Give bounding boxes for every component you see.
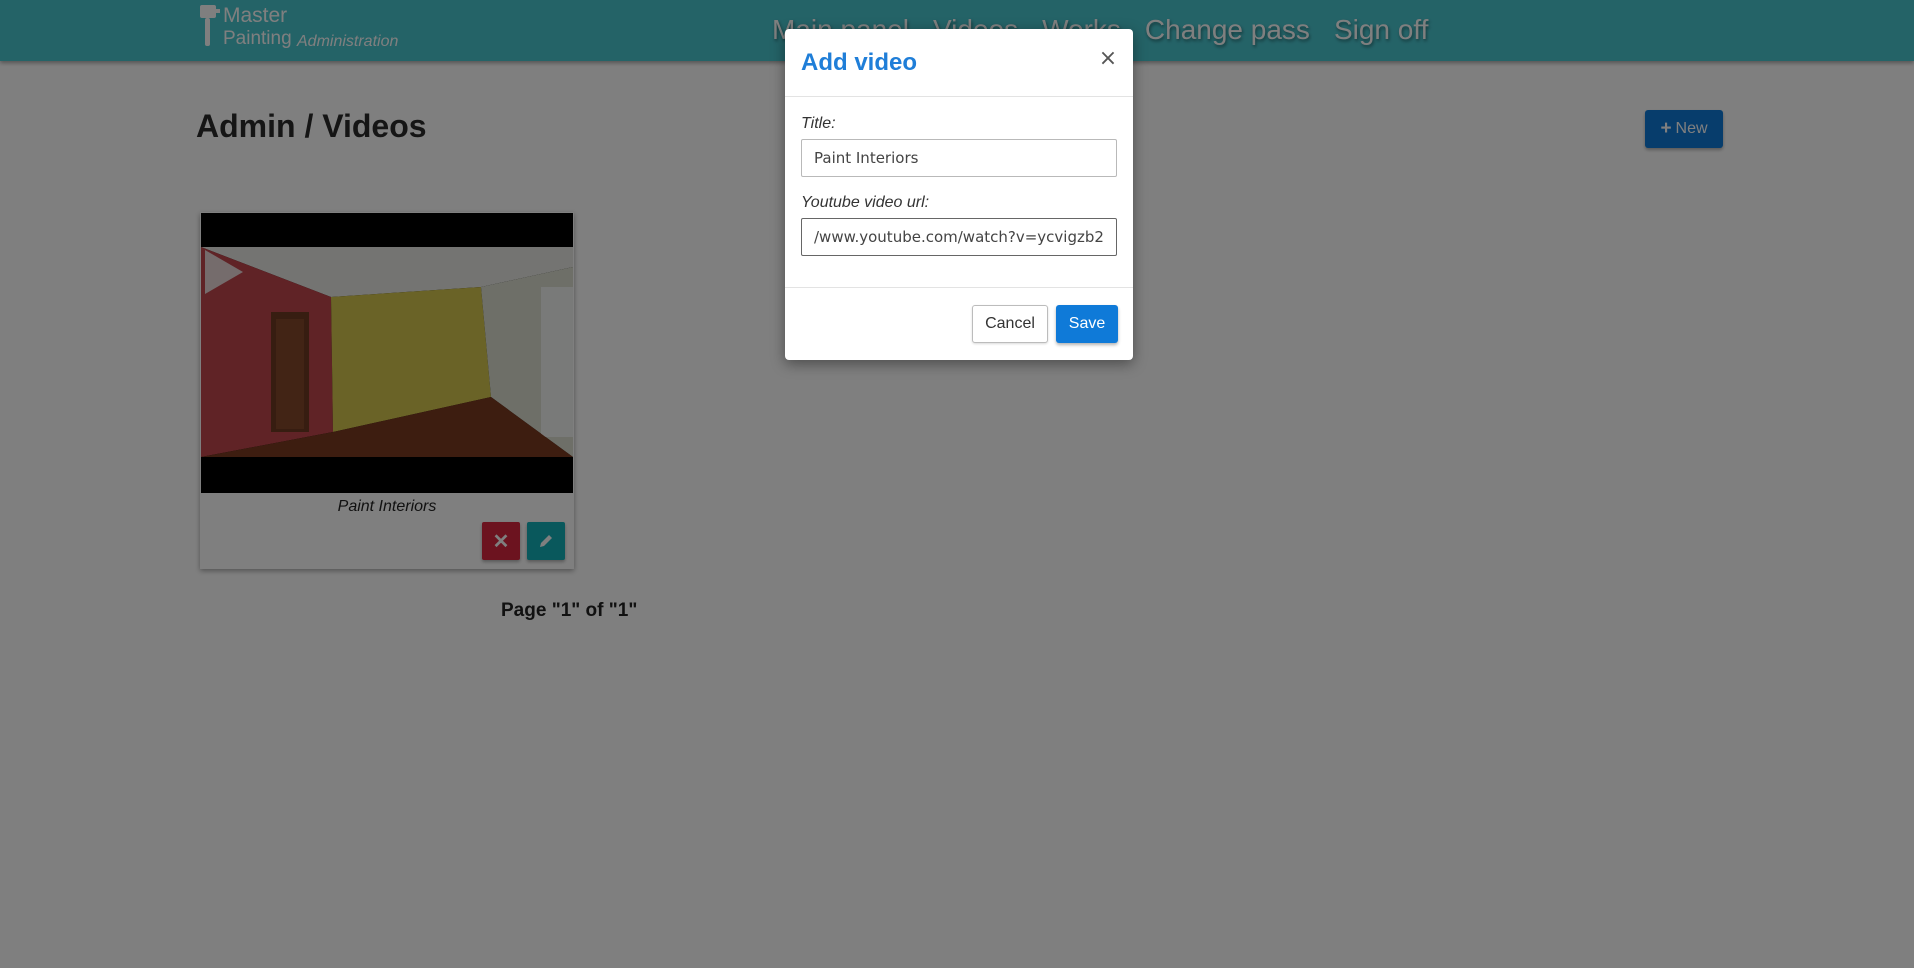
url-label: Youtube video url: <box>801 194 930 211</box>
youtube-url-input[interactable] <box>801 218 1117 256</box>
close-dialog-button[interactable]: × <box>1096 47 1120 71</box>
title-input[interactable] <box>801 139 1117 177</box>
modal-title: Add video <box>801 49 918 76</box>
title-label: Title: <box>801 115 836 132</box>
modal-header: Add video × <box>785 29 1133 97</box>
modal-footer-divider <box>785 287 1133 288</box>
add-video-dialog: Add video × Title: Youtube video url: Ca… <box>785 29 1133 360</box>
save-button[interactable]: Save <box>1056 305 1118 343</box>
cancel-button[interactable]: Cancel <box>972 305 1048 343</box>
